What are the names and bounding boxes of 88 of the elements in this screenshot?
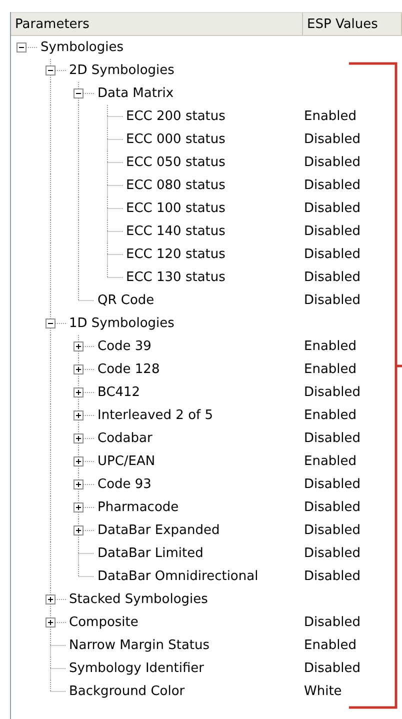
parameter-name[interactable]: ECC 130 status: [125, 270, 226, 285]
tree-line: [106, 174, 123, 197]
parameter-name[interactable]: ECC 140 status: [125, 224, 226, 239]
parameter-value: Disabled: [304, 431, 360, 446]
tree-line: [78, 358, 94, 381]
parameter-name[interactable]: Stacked Symbologies: [68, 592, 208, 607]
tree-line: [50, 611, 66, 634]
parameter-value: Disabled: [304, 385, 360, 400]
parameter-name[interactable]: Narrow Margin Status: [68, 638, 210, 653]
tree-line: [106, 128, 123, 151]
parameter-value: Disabled: [304, 293, 360, 308]
tree-line: [78, 473, 94, 496]
parameter-value: Enabled: [304, 362, 357, 377]
parameter-name[interactable]: DataBar Expanded: [96, 523, 220, 538]
parameter-value: Disabled: [304, 523, 360, 538]
parameter-value: Disabled: [304, 155, 360, 170]
expand-icon[interactable]: [45, 618, 55, 628]
parameter-value: Enabled: [304, 638, 357, 653]
parameter-value: Disabled: [304, 615, 360, 630]
parameter-value: Enabled: [304, 339, 357, 354]
tree-line: [106, 151, 123, 174]
parameter-name[interactable]: ECC 000 status: [125, 132, 226, 147]
tree-line: [106, 197, 123, 220]
parameter-name[interactable]: QR Code: [96, 293, 154, 308]
parameter-name[interactable]: 1D Symbologies: [68, 316, 174, 331]
expand-icon[interactable]: [74, 502, 84, 512]
expand-icon[interactable]: [74, 434, 84, 444]
parameter-name[interactable]: Background Color: [68, 684, 185, 699]
parameter-value: Disabled: [304, 477, 360, 492]
parameter-name[interactable]: Interleaved 2 of 5: [96, 408, 214, 423]
tree-line: [78, 381, 94, 404]
parameter-value: Disabled: [304, 500, 360, 515]
parameter-value: Enabled: [304, 109, 357, 124]
collapse-icon[interactable]: [16, 42, 26, 52]
expand-icon[interactable]: [74, 364, 84, 374]
tree-line: [78, 519, 94, 542]
parameter-value: Enabled: [304, 408, 357, 423]
tree-line: [78, 450, 94, 473]
parameter-name[interactable]: Composite: [68, 615, 138, 630]
parameter-name[interactable]: DataBar Omnidirectional: [96, 569, 258, 584]
tree-line: [78, 427, 94, 450]
parameter-value: Disabled: [304, 247, 360, 262]
parameter-name[interactable]: ECC 200 status: [125, 109, 226, 124]
parameter-name[interactable]: Pharmacode: [96, 500, 179, 515]
parameter-name[interactable]: Data Matrix: [96, 86, 174, 101]
parameter-value: Disabled: [304, 270, 360, 285]
expand-icon[interactable]: [74, 388, 84, 398]
parameter-value: Enabled: [304, 454, 357, 469]
parameter-name[interactable]: Code 39: [96, 339, 152, 354]
parameter-name[interactable]: Symbologies: [40, 40, 124, 55]
parameter-value: White: [304, 684, 342, 699]
parameter-value: Disabled: [304, 224, 360, 239]
collapse-icon[interactable]: [45, 66, 55, 76]
parameter-name[interactable]: ECC 120 status: [125, 247, 226, 262]
parameter-name[interactable]: ECC 080 status: [125, 178, 226, 193]
tree-line: [78, 335, 94, 358]
tree-line: [78, 404, 94, 427]
column-header[interactable]: Parameters: [11, 12, 303, 35]
collapse-icon[interactable]: [45, 318, 55, 328]
parameter-name[interactable]: Code 128: [96, 362, 160, 377]
parameter-name[interactable]: BC412: [96, 385, 140, 400]
parameter-name[interactable]: DataBar Limited: [96, 546, 204, 561]
parameter-name[interactable]: ECC 050 status: [125, 155, 226, 170]
parameter-name[interactable]: Symbology Identifier: [68, 661, 204, 676]
parameter-value: Disabled: [304, 201, 360, 216]
parameter-value: Disabled: [304, 546, 360, 561]
expand-icon[interactable]: [74, 456, 84, 466]
expand-icon[interactable]: [74, 480, 84, 490]
parameter-name[interactable]: ECC 100 status: [125, 201, 226, 216]
expand-icon[interactable]: [74, 526, 84, 536]
expand-icon[interactable]: [45, 594, 55, 604]
column-header[interactable]: ESP Values: [303, 12, 402, 35]
expand-icon[interactable]: [74, 342, 84, 352]
expand-icon[interactable]: [74, 410, 84, 420]
tree-line: [50, 634, 66, 657]
parameter-name[interactable]: UPC/EAN: [96, 454, 156, 469]
tree-line: [78, 496, 94, 519]
collapse-icon[interactable]: [74, 88, 84, 98]
parameter-value: Disabled: [304, 661, 360, 676]
parameter-name[interactable]: Codabar: [96, 431, 152, 446]
tree-line: [106, 220, 123, 243]
tree-line: [26, 47, 38, 48]
parameter-name[interactable]: 2D Symbologies: [68, 63, 174, 78]
parameter-name[interactable]: Code 93: [96, 477, 152, 492]
parameter-value: Disabled: [304, 569, 360, 584]
parameter-value: Disabled: [304, 178, 360, 193]
tree-line: [106, 105, 123, 128]
parameter-value: Disabled: [304, 132, 360, 147]
